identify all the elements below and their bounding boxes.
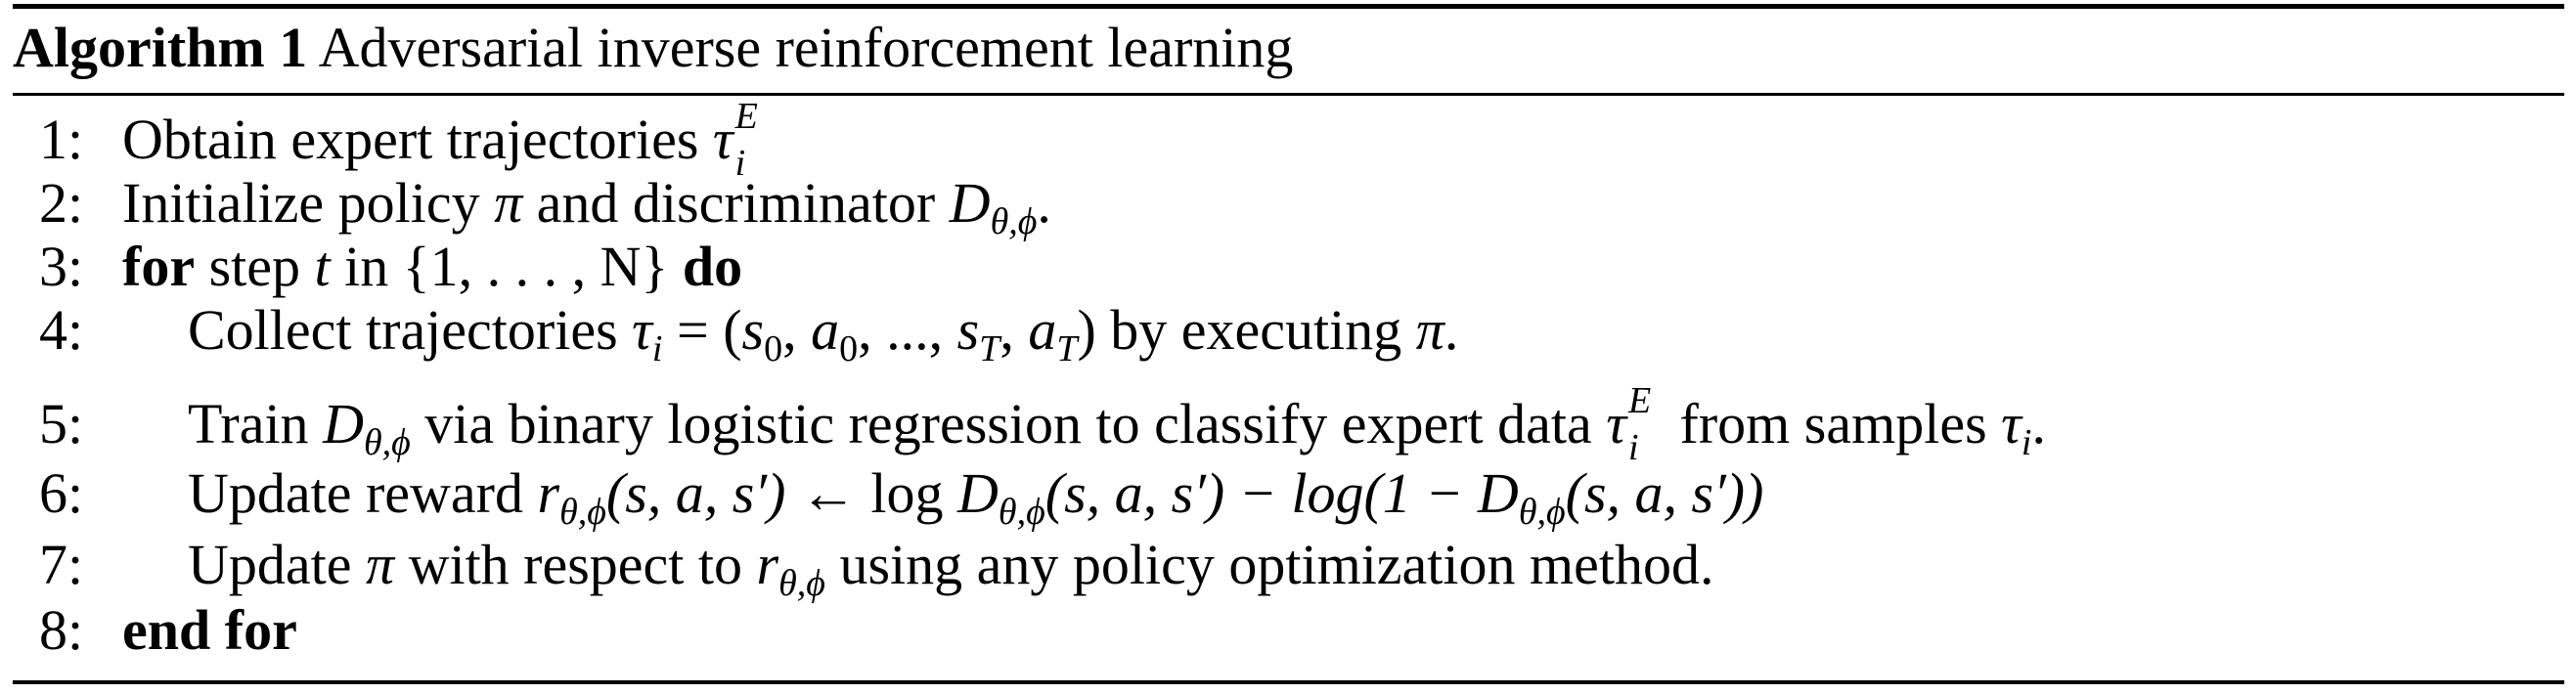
line-number: 7: xyxy=(39,533,84,596)
math-s: s xyxy=(741,298,765,362)
math-D: D xyxy=(323,392,364,455)
math-tau: τ xyxy=(712,108,733,171)
algorithm-label: Algorithm 1 xyxy=(13,16,308,79)
keyword-for: for xyxy=(122,235,196,298)
line-number: 6: xyxy=(39,461,84,525)
line-body: Update π with respect to rθ,ϕ using any … xyxy=(188,533,1714,603)
math-D: D xyxy=(949,171,991,235)
line-text: and discriminator xyxy=(522,171,950,235)
math-r: r xyxy=(537,461,560,525)
math-tau: τ xyxy=(2001,392,2021,455)
math-tau: τ xyxy=(632,298,652,362)
line-number: 2: xyxy=(39,171,84,235)
line-text: Collect trajectories xyxy=(188,298,633,362)
line-number: 5: xyxy=(39,392,84,455)
line-number: 8: xyxy=(39,598,84,662)
math-args: (s, a, s′) xyxy=(605,461,786,525)
line-body: Initialize policy π and discriminator Dθ… xyxy=(122,171,1051,241)
math-assign: ← log xyxy=(785,461,958,525)
math-a: a xyxy=(811,298,840,362)
math-sub: 0 xyxy=(764,328,783,369)
math-sub: θ,ϕ xyxy=(363,422,411,463)
bottom-rule xyxy=(13,680,2564,684)
math-sub: i xyxy=(651,328,663,369)
math-s: s xyxy=(956,298,980,362)
line-text: Initialize policy xyxy=(122,171,495,235)
math-pi: π xyxy=(1415,298,1444,362)
line-text: Obtain expert trajectories xyxy=(122,108,713,171)
line-text: with respect to xyxy=(394,533,757,596)
line-text: . xyxy=(1037,171,1051,235)
algorithm-title: Adversarial inverse reinforcement learni… xyxy=(318,16,1294,79)
line-body: Obtain expert trajectories τEi xyxy=(122,97,773,183)
math-sup: E xyxy=(1628,380,1652,421)
line-text: . xyxy=(2031,392,2046,455)
math-args: (s, a, s′) − log(1 − xyxy=(1044,461,1478,525)
math-a: a xyxy=(1028,298,1057,362)
math-sub: θ,ϕ xyxy=(778,563,825,604)
math-D: D xyxy=(957,461,999,525)
math-args: (s, a, s′)) xyxy=(1565,461,1764,525)
line-body: Collect trajectories τi = (s0, a0, ..., … xyxy=(188,298,1459,369)
keyword-do: do xyxy=(682,235,743,298)
line-body: end for xyxy=(122,601,297,660)
math-sup: E xyxy=(734,96,758,137)
algorithm-caption: Algorithm 1 Adversarial inverse reinforc… xyxy=(13,14,1293,82)
line-body: for step t in {1, . . . , N} do xyxy=(122,238,742,296)
keyword-end-for: end for xyxy=(122,598,297,662)
math-sub: i xyxy=(2021,422,2032,463)
line-text: from samples xyxy=(1666,392,2002,455)
sup-sub: Ei xyxy=(1626,381,1666,467)
math-paren: ) xyxy=(1077,298,1096,362)
line-text: Train xyxy=(188,392,324,455)
math-sub: 0 xyxy=(839,328,859,369)
math-r: r xyxy=(756,533,779,596)
sup-sub: Ei xyxy=(733,97,773,183)
math-pi: π xyxy=(494,171,523,235)
math-tau: τ xyxy=(1606,392,1627,455)
math-pi: π xyxy=(366,533,395,596)
line-text: by executing xyxy=(1095,298,1416,362)
math-D: D xyxy=(1477,461,1519,525)
line-text: Update reward xyxy=(188,461,538,525)
line-number: 1: xyxy=(39,108,84,171)
math-eq: = ( xyxy=(662,298,742,362)
math-sub: T xyxy=(1056,328,1078,369)
math-sub: θ,ϕ xyxy=(559,492,606,533)
caption-rule xyxy=(13,93,2564,96)
math-dots: , ..., xyxy=(858,298,957,362)
line-text: Update xyxy=(188,533,366,596)
line-body: Update reward rθ,ϕ(s, a, s′) ← log Dθ,ϕ(… xyxy=(188,461,1764,532)
line-number: 4: xyxy=(39,298,84,362)
math-set: {1, . . . , N} xyxy=(402,235,669,298)
line-text: via binary logistic regression to classi… xyxy=(410,392,1607,455)
math-sub: T xyxy=(979,328,1000,369)
math-sub: θ,ϕ xyxy=(1518,492,1566,533)
line-text: . xyxy=(1443,298,1459,362)
math-t: t xyxy=(314,235,331,298)
math-sub: θ,ϕ xyxy=(990,201,1038,242)
line-body: Train Dθ,ϕ via binary logistic regressio… xyxy=(188,381,2046,467)
line-text: using any policy optimization method. xyxy=(824,533,1714,596)
top-rule xyxy=(13,4,2564,9)
line-number: 3: xyxy=(39,235,84,298)
line-text: in xyxy=(330,235,403,298)
math-sub: θ,ϕ xyxy=(998,492,1045,533)
line-text: step xyxy=(195,235,315,298)
